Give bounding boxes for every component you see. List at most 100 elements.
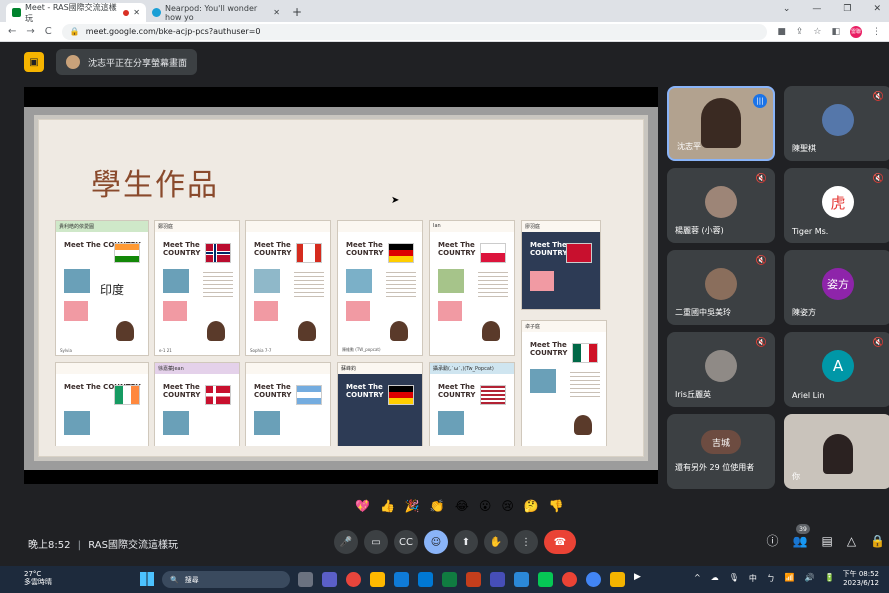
- participant-tile-presenter[interactable]: ||| 沈志平: [667, 86, 775, 161]
- reaction-surprised-icon[interactable]: 😮: [479, 499, 492, 513]
- emoji-button[interactable]: ☺: [424, 530, 448, 554]
- microphone-button[interactable]: 🎤: [334, 530, 358, 554]
- participant-name: 沈志平: [677, 142, 701, 151]
- volume-icon[interactable]: 🔊: [805, 573, 815, 584]
- app-icon[interactable]: [514, 572, 529, 587]
- tab-search-icon[interactable]: ⌄: [783, 4, 791, 14]
- host-controls-icon[interactable]: 🔒: [870, 534, 885, 548]
- chrome-profile-icon[interactable]: [562, 572, 577, 587]
- tab-title: Meet - RAS國際交流這樣玩: [25, 2, 117, 23]
- chat-icon[interactable]: ▤: [821, 534, 832, 548]
- tray-overflow-icon[interactable]: ^: [694, 573, 701, 584]
- weather-text: 多雲時晴: [24, 578, 52, 586]
- chrome-icon[interactable]: [346, 572, 361, 587]
- folder-icon[interactable]: [610, 572, 625, 587]
- raise-hand-button[interactable]: ✋: [484, 530, 508, 554]
- reload-icon[interactable]: C: [45, 26, 52, 37]
- chrome-profile-icon[interactable]: [586, 572, 601, 587]
- more-options-button[interactable]: ⋮: [514, 530, 538, 554]
- weather-widget[interactable]: 27°C 多雲時晴: [24, 570, 52, 586]
- minimize-icon[interactable]: —: [812, 4, 821, 14]
- reaction-clap-icon[interactable]: 👏: [430, 499, 445, 513]
- shared-slide: 學生作品 ➤ 貴利皓的依愛圓 Meet The COUNTRY 印度 Sylvi…: [24, 107, 658, 470]
- edge-icon[interactable]: [394, 572, 409, 587]
- info-box: [530, 271, 554, 291]
- participant-tile[interactable]: 🔇 陳聖棋: [784, 86, 889, 161]
- info-icon[interactable]: ⓘ: [767, 532, 779, 549]
- student-card: Ian Meet The COUNTRY: [429, 220, 515, 356]
- participant-tile[interactable]: 🔇 A Ariel Lin: [784, 332, 889, 407]
- reaction-thinking-icon[interactable]: 🤔: [524, 499, 539, 513]
- camera-button[interactable]: ▭: [364, 530, 388, 554]
- taskbar-search[interactable]: 🔍 搜尋: [162, 571, 290, 588]
- end-call-button[interactable]: ☎: [544, 530, 576, 554]
- close-tab-icon[interactable]: ✕: [133, 8, 140, 17]
- card-header: 卓子庭: [522, 321, 606, 332]
- url-field[interactable]: 🔒 meet.google.com/bke-acjp-pcs?authuser=…: [61, 23, 768, 40]
- teams-icon[interactable]: [490, 572, 505, 587]
- file-explorer-icon[interactable]: [370, 572, 385, 587]
- presentation-icon[interactable]: ▣: [24, 52, 44, 72]
- line-icon[interactable]: [538, 572, 553, 587]
- excel-icon[interactable]: [442, 572, 457, 587]
- mic-tray-icon[interactable]: 🎙: [729, 573, 739, 584]
- profile-avatar[interactable]: 雷聯: [850, 25, 862, 38]
- forward-icon[interactable]: →: [26, 26, 34, 37]
- side-panel-icon[interactable]: ◧: [831, 27, 840, 37]
- slide-title: 學生作品: [91, 168, 219, 203]
- powerpoint-icon[interactable]: [466, 572, 481, 587]
- new-tab-button[interactable]: +: [286, 3, 308, 22]
- flag-germany: [388, 243, 414, 263]
- reaction-heart-icon[interactable]: 💖: [355, 499, 370, 513]
- student-card: Meet The COUNTRY: [55, 362, 149, 446]
- participant-tile[interactable]: 🔇 Iris丘麗英: [667, 332, 775, 407]
- maximize-icon[interactable]: ❐: [843, 4, 851, 14]
- ime-indicator[interactable]: 中: [749, 573, 757, 584]
- camera-icon[interactable]: ■: [777, 27, 786, 37]
- reaction-party-icon[interactable]: 🎉: [405, 499, 420, 513]
- avatar-image: [207, 321, 225, 341]
- reaction-thumbs-up-icon[interactable]: 👍: [380, 499, 395, 513]
- self-view-tile[interactable]: 你: [784, 414, 889, 489]
- reaction-sad-icon[interactable]: 😢: [501, 499, 514, 513]
- media-play-icon[interactable]: ▶: [634, 572, 649, 587]
- flag-denmark: [205, 385, 231, 405]
- more-participants-tile[interactable]: 吉城 還有另外 29 位使用者: [667, 414, 775, 489]
- menu-icon[interactable]: ⋮: [872, 27, 881, 37]
- flag-canada: [296, 243, 322, 263]
- participant-tile[interactable]: 🔇 虎 Tiger Ms.: [784, 168, 889, 243]
- card-header: 廖羽庭: [522, 221, 600, 232]
- input-mode-icon[interactable]: ㄅ: [767, 573, 775, 584]
- card-footer: 陳維勳 (TW_popcat): [342, 347, 381, 352]
- self-video: [823, 434, 853, 474]
- participant-tile[interactable]: 姿方 陳姿方: [784, 250, 889, 325]
- reaction-laugh-icon[interactable]: 😂: [455, 499, 469, 513]
- present-button[interactable]: ⬆: [454, 530, 478, 554]
- participant-name: Ariel Lin: [792, 391, 825, 400]
- tab-nearpod[interactable]: Nearpod: You'll wonder how yo ✕: [146, 3, 286, 22]
- captions-button[interactable]: CC: [394, 530, 418, 554]
- wifi-icon[interactable]: 📶: [785, 573, 795, 584]
- people-icon[interactable]: 👥: [793, 534, 808, 548]
- activities-icon[interactable]: △: [847, 534, 856, 548]
- share-icon[interactable]: ⇪: [796, 27, 804, 37]
- task-view-icon[interactable]: [298, 572, 313, 587]
- info-box: [346, 301, 370, 321]
- taskbar-clock[interactable]: 下午 08:52 2023/6/12: [843, 570, 879, 588]
- windows-start-icon[interactable]: [140, 572, 154, 586]
- info-box: [64, 301, 88, 321]
- mail-icon[interactable]: [418, 572, 433, 587]
- meet-bottom-bar: 晚上8:52 | RAS國際交流這樣玩 🎤 ▭ CC ☺ ⬆ ✋ ⋮ ☎ ⓘ 👥…: [0, 524, 889, 564]
- back-icon[interactable]: ←: [8, 26, 16, 37]
- battery-icon[interactable]: 🔋: [825, 573, 835, 584]
- bookmark-star-icon[interactable]: ☆: [813, 27, 821, 37]
- participant-tile[interactable]: 🔇 楊麗蓉 (小蓉): [667, 168, 775, 243]
- participant-tile[interactable]: 🔇 二重國中吳美玲: [667, 250, 775, 325]
- close-tab-icon[interactable]: ✕: [273, 8, 280, 17]
- onedrive-icon[interactable]: ☁: [711, 573, 719, 584]
- map-image: [438, 411, 464, 435]
- reaction-thumbs-down-icon[interactable]: 👎: [549, 499, 564, 513]
- close-window-icon[interactable]: ✕: [873, 4, 881, 14]
- teams-chat-icon[interactable]: [322, 572, 337, 587]
- tab-meet[interactable]: Meet - RAS國際交流這樣玩 ✕: [6, 2, 146, 23]
